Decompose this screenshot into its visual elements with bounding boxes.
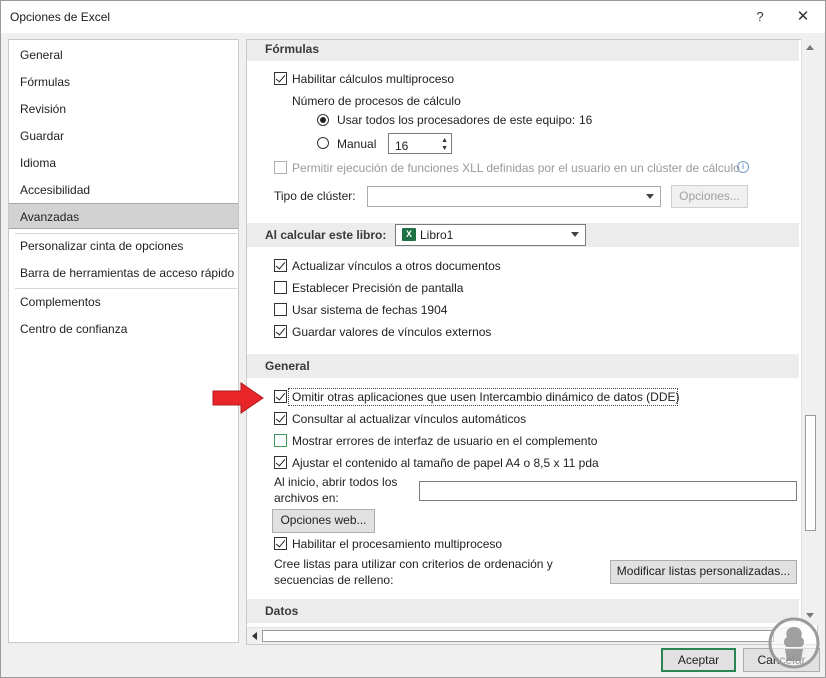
ask-update-links-option[interactable]: Consultar al actualizar vínculos automát… xyxy=(247,409,647,429)
date-system-1904-checkbox[interactable] xyxy=(274,303,287,316)
edit-custom-lists-button[interactable]: Modificar listas personalizadas... xyxy=(610,560,797,584)
category-sidebar: General Fórmulas Revisión Guardar Idioma… xyxy=(8,39,239,643)
ignore-dde-option[interactable]: Omitir otras aplicaciones que usen Inter… xyxy=(247,387,767,407)
advanced-options-panel: Fórmulas Habilitar cálculos multiproceso… xyxy=(246,39,818,645)
startup-folder-label-line1: Al inicio, abrir todos los xyxy=(274,475,398,489)
chevron-down-icon xyxy=(646,194,654,199)
addin-ui-errors-option[interactable]: Mostrar errores de interfaz de usuario e… xyxy=(247,431,647,451)
use-all-processors-label: Usar todos los procesadores de este equi… xyxy=(337,113,576,127)
cluster-options-button[interactable]: Opciones... xyxy=(671,185,748,208)
scroll-left-icon[interactable] xyxy=(252,632,257,640)
red-arrow-icon xyxy=(212,382,264,414)
addin-ui-errors-label: Mostrar errores de interfaz de usuario e… xyxy=(292,434,598,448)
threads-spinner[interactable]: 16 ▲ ▼ xyxy=(388,133,452,154)
save-external-link-values-checkbox[interactable] xyxy=(274,325,287,338)
watermark-logo-icon xyxy=(768,617,820,669)
help-button[interactable]: ? xyxy=(746,5,774,29)
sidebar-item-accessibility[interactable]: Accesibilidad xyxy=(9,177,238,203)
use-all-processors-radio[interactable] xyxy=(317,114,329,126)
scale-to-paper-label: Ajustar el contenido al tamaño de papel … xyxy=(292,456,599,470)
excel-options-dialog: Opciones de Excel ? ✕ General Fórmulas R… xyxy=(0,0,826,678)
xll-cluster-label: Permitir ejecución de funciones XLL defi… xyxy=(292,161,740,175)
scale-to-paper-option[interactable]: Ajustar el contenido al tamaño de papel … xyxy=(247,453,647,473)
xll-cluster-option[interactable]: Permitir ejecución de funciones XLL defi… xyxy=(247,158,807,178)
dialog-title: Opciones de Excel xyxy=(10,10,111,24)
update-links-label: Actualizar vínculos a otros documentos xyxy=(292,259,501,273)
precision-as-displayed-option[interactable]: Establecer Precisión de pantalla xyxy=(247,278,647,298)
save-external-link-values-label: Guardar valores de vínculos externos xyxy=(292,325,492,339)
multithread-processing-label: Habilitar el procesamiento multiproceso xyxy=(292,537,503,551)
web-options-button[interactable]: Opciones web... xyxy=(272,509,375,533)
ignore-dde-label: Omitir otras aplicaciones que usen Inter… xyxy=(292,390,680,404)
precision-as-displayed-checkbox[interactable] xyxy=(274,281,287,294)
manual-threads-option[interactable]: Manual 16 ▲ ▼ xyxy=(247,133,547,155)
threads-label: Número de procesos de cálculo xyxy=(292,94,461,108)
precision-as-displayed-label: Establecer Precisión de pantalla xyxy=(292,281,464,295)
excel-icon: X xyxy=(402,228,416,241)
update-links-checkbox[interactable] xyxy=(274,259,287,272)
sidebar-item-customize-ribbon[interactable]: Personalizar cinta de opciones xyxy=(9,233,238,259)
custom-lists-label-line1: Cree listas para utilizar con criterios … xyxy=(274,557,553,571)
close-button[interactable]: ✕ xyxy=(789,5,817,29)
chevron-down-icon xyxy=(571,232,579,237)
title-bar: Opciones de Excel ? ✕ xyxy=(1,1,825,33)
sidebar-item-formulas[interactable]: Fórmulas xyxy=(9,69,238,95)
xll-cluster-checkbox[interactable] xyxy=(274,161,287,174)
sidebar-item-revision[interactable]: Revisión xyxy=(9,96,238,122)
ask-update-links-checkbox[interactable] xyxy=(274,412,287,425)
manual-threads-label: Manual xyxy=(337,137,377,151)
spinner-down-icon[interactable]: ▼ xyxy=(441,145,448,153)
sidebar-item-save[interactable]: Guardar xyxy=(9,123,238,149)
multithread-processing-checkbox[interactable] xyxy=(274,537,287,550)
formulas-section-header: Fórmulas xyxy=(247,40,799,61)
sidebar-item-general[interactable]: General xyxy=(9,42,238,68)
ok-button[interactable]: Aceptar xyxy=(661,648,736,672)
sidebar-item-addins[interactable]: Complementos xyxy=(9,289,238,315)
date-system-1904-option[interactable]: Usar sistema de fechas 1904 xyxy=(247,300,647,320)
multithread-calc-option[interactable]: Habilitar cálculos multiproceso xyxy=(247,69,647,89)
multithread-calc-label: Habilitar cálculos multiproceso xyxy=(292,72,455,86)
sidebar-item-language[interactable]: Idioma xyxy=(9,150,238,176)
info-icon[interactable]: i xyxy=(737,161,749,173)
workbook-calc-header-label: Al calcular este libro: xyxy=(265,228,387,242)
ask-update-links-label: Consultar al actualizar vínculos automát… xyxy=(292,412,527,426)
horizontal-scrollbar[interactable] xyxy=(247,627,801,644)
multithread-processing-option[interactable]: Habilitar el procesamiento multiproceso xyxy=(247,534,647,554)
addin-ui-errors-checkbox[interactable] xyxy=(274,434,287,447)
startup-folder-label-line2: archivos en: xyxy=(274,491,339,505)
scale-to-paper-checkbox[interactable] xyxy=(274,456,287,469)
cluster-type-select[interactable] xyxy=(367,186,661,207)
ignore-dde-checkbox[interactable] xyxy=(274,390,287,403)
workbook-select[interactable]: X Libro1 xyxy=(395,224,586,246)
data-section-header: Datos xyxy=(247,599,799,623)
threads-spinner-value: 16 xyxy=(395,139,409,153)
vertical-scrollbar[interactable] xyxy=(801,39,818,625)
scroll-up-icon[interactable] xyxy=(806,45,814,50)
vertical-scroll-thumb[interactable] xyxy=(805,415,816,531)
date-system-1904-label: Usar sistema de fechas 1904 xyxy=(292,303,448,317)
workbook-value: Libro1 xyxy=(420,228,454,242)
use-all-processors-option[interactable]: Usar todos los procesadores de este equi… xyxy=(247,110,647,130)
custom-lists-label-line2: secuencias de relleno: xyxy=(274,573,394,587)
update-links-option[interactable]: Actualizar vínculos a otros documentos xyxy=(247,256,647,276)
sidebar-item-advanced[interactable]: Avanzadas xyxy=(9,203,238,229)
multithread-calc-checkbox[interactable] xyxy=(274,72,287,85)
manual-threads-radio[interactable] xyxy=(317,137,329,149)
sidebar-item-trust-center[interactable]: Centro de confianza xyxy=(9,316,238,342)
cluster-type-label: Tipo de clúster: xyxy=(274,189,356,203)
save-external-link-values-option[interactable]: Guardar valores de vínculos externos xyxy=(247,322,647,342)
sidebar-item-quick-access-toolbar[interactable]: Barra de herramientas de acceso rápido xyxy=(9,260,238,286)
spinner-up-icon[interactable]: ▲ xyxy=(441,137,448,145)
processor-count: 16 xyxy=(579,113,593,127)
startup-folder-input[interactable] xyxy=(419,481,797,501)
horizontal-scroll-thumb[interactable] xyxy=(262,630,774,642)
general-section-header: General xyxy=(247,354,799,378)
